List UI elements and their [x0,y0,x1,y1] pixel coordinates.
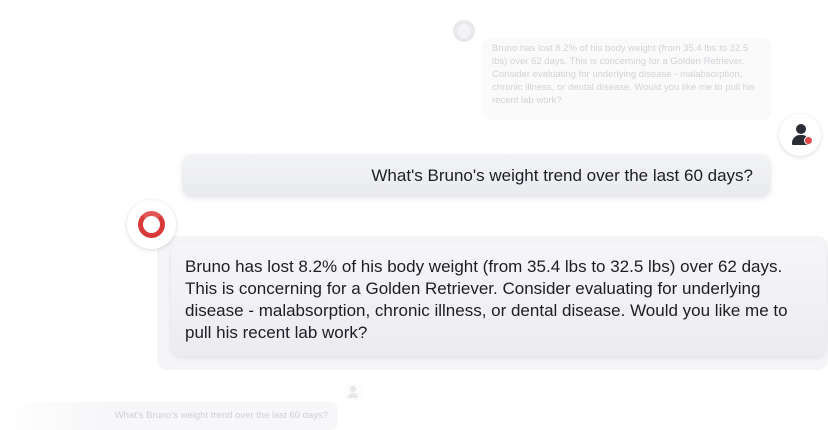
faded-user-icon [344,383,362,401]
bot-message-bubble: Bruno has lost 8.2% of his body weight (… [171,244,826,356]
user-badge-icon [804,136,813,145]
user-message-bubble: What's Bruno's weight trend over the las… [182,154,771,197]
bot-avatar-icon [127,200,176,249]
user-avatar-icon [779,114,821,156]
user-head-shape [796,124,806,134]
faded-user-message: What's Bruno's weight trend over the las… [0,402,338,430]
ring-logo-icon [138,211,165,238]
faded-bot-logo-icon [453,20,475,42]
faded-bot-message: Bruno has lost 8.2% of his body weight (… [482,38,772,120]
